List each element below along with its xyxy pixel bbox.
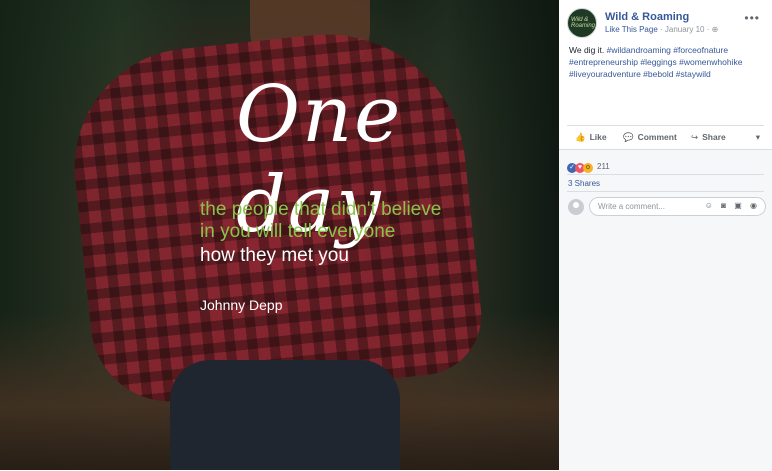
like-label: Like (589, 132, 607, 142)
post-message: We dig it. #wildandroaming #forceofnatur… (569, 44, 765, 80)
avatar-logo-text: Wild & Roaming (571, 17, 596, 29)
like-button[interactable]: 👍 Like (575, 132, 607, 143)
shares-link[interactable]: 3 Shares (568, 179, 600, 188)
comment-icon: 💬 (623, 132, 634, 142)
user-avatar (568, 199, 584, 215)
post-text: We dig it. (569, 45, 607, 55)
reaction-count: 211 (597, 162, 610, 171)
jeans (170, 360, 400, 470)
post-meta: Like This Page · January 10 · ⊕ (605, 25, 718, 34)
comment-box[interactable]: ☺ ◙ ▣ ◉ (589, 197, 766, 216)
quote-line-2: in you will tell everyone (200, 221, 396, 242)
post-date[interactable]: · January 10 · (660, 25, 709, 34)
quote-author: Johnny Depp (200, 297, 283, 313)
comment-input[interactable] (596, 201, 710, 212)
quote-line-1: the people that didn't believe (200, 199, 442, 220)
thumbs-up-icon: 👍 (575, 132, 586, 142)
feedback-section: ✓♥o211 3 Shares ☺ ◙ ▣ ◉ (559, 149, 772, 471)
reaction-chooser-icon[interactable]: ▾ (756, 132, 760, 143)
more-options-icon[interactable]: ••• (744, 11, 760, 25)
comment-button[interactable]: 💬 Comment (623, 132, 677, 143)
share-button[interactable]: ↪ Share (691, 132, 726, 143)
comment-attachment-icons[interactable]: ☺ ◙ ▣ ◉ (705, 201, 760, 210)
divider (567, 191, 764, 192)
quote-line-3: how they met you (200, 245, 349, 266)
page-avatar[interactable]: Wild & Roaming (567, 8, 597, 38)
page-name-link[interactable]: Wild & Roaming (605, 11, 689, 23)
share-label: Share (702, 132, 726, 142)
comment-label: Comment (637, 132, 677, 142)
wow-reaction-icon: o (583, 163, 593, 173)
share-icon: ↪ (691, 132, 699, 142)
post-sidebar: Wild & Roaming Wild & Roaming Like This … (559, 0, 772, 471)
divider (567, 174, 764, 175)
post-header: Wild & Roaming Wild & Roaming Like This … (567, 8, 764, 38)
like-page-link[interactable]: Like This Page (605, 25, 658, 34)
post-photo[interactable]: One day the people that didn't believe i… (0, 0, 559, 470)
globe-icon: ⊕ (711, 25, 719, 34)
reactions-summary[interactable]: ✓ ♥ o 211 (567, 156, 610, 173)
action-bar: 👍 Like 💬 Comment ↪ Share ▾ (567, 125, 764, 148)
